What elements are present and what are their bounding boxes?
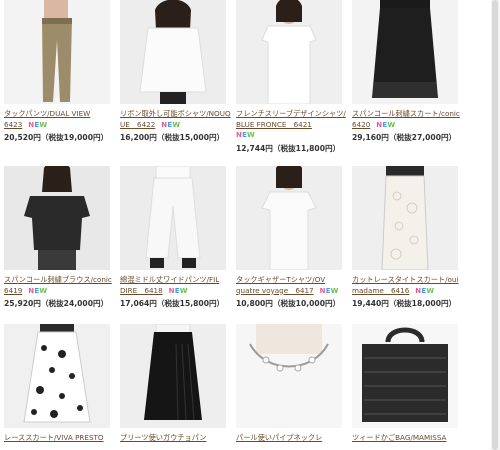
product-name-link[interactable]: ツィードかごBAG/MAMISSA [352, 433, 464, 444]
product-image[interactable] [352, 166, 458, 270]
pants-image [42, 0, 72, 102]
scrollbar-thumb[interactable] [492, 0, 498, 450]
widepants-image [145, 166, 201, 268]
product-price: 29,160円（税抜27,000円） [352, 133, 457, 142]
new-badge: NEW [168, 286, 188, 295]
product-name-link[interactable]: タックギャザーTシャツ/OV quatre voyage 6417 NEW [236, 275, 348, 296]
product-price: 25,920円（税抜24,000円） [4, 299, 109, 308]
product-price: 10,800円（税抜10,000円） [236, 299, 341, 308]
product-card[interactable]: プリーツ使いガウチョパン [120, 324, 232, 444]
new-badge: NEW [376, 120, 396, 129]
product-card[interactable]: リボン取外し可能ボシャツ/NOUQUE 6422 NEW 16,200円（税抜15… [120, 0, 232, 143]
product-name-link[interactable]: プリーツ使いガウチョパン [120, 433, 232, 444]
tee-image [261, 166, 317, 270]
product-image[interactable] [120, 166, 226, 270]
product-price: 19,440円（税抜18,000円） [352, 299, 457, 308]
necklace-image [236, 324, 342, 428]
product-grid: タックパンツ/DUAL VIEW 6423 NEW 20,520円（税抜19,00… [0, 0, 500, 450]
lace-skirt-image [381, 166, 429, 270]
product-name-link[interactable]: スパンコール刺繍スカート/conic 6420 NEW [352, 109, 464, 130]
product-image[interactable] [120, 0, 226, 104]
product-name-link[interactable]: カットレースタイトスカート/oui madame 6416 NEW [352, 275, 464, 296]
new-badge: NEW [28, 120, 48, 129]
product-image[interactable] [4, 324, 110, 428]
product-name-link[interactable]: レーススカート/VIVA PRESTO [4, 433, 116, 444]
skirt-image [372, 0, 438, 98]
product-price: 20,520円（税抜19,000円） [4, 133, 109, 142]
shirt-image [120, 0, 226, 104]
product-name-link[interactable]: リボン取外し可能ボシャツ/NOUQUE 6422 NEW [120, 109, 232, 130]
product-card[interactable]: タックパンツ/DUAL VIEW 6423 NEW 20,520円（税抜19,00… [4, 0, 116, 143]
product-image[interactable] [120, 324, 226, 428]
product-image[interactable] [4, 166, 110, 270]
product-card[interactable]: フレンチスリーブデザインシャツ/BLUE FRONCE 6421 NEW 12,7… [236, 0, 348, 154]
blouse-image [24, 166, 90, 270]
product-image[interactable] [352, 0, 458, 104]
product-card[interactable]: スパンコール刺繍ブラウス/conic 6419 NEW 25,920円（税抜24,… [4, 166, 116, 309]
new-badge: NEW [415, 286, 435, 295]
bag-image [362, 327, 448, 422]
product-image[interactable] [236, 0, 342, 104]
product-card[interactable]: タックギャザーTシャツ/OV quatre voyage 6417 NEW 10,… [236, 166, 348, 309]
product-name-link[interactable]: パール使いパイプネックレ [236, 433, 348, 444]
product-card[interactable]: スパンコール刺繍スカート/conic 6420 NEW 29,160円（税抜27,… [352, 0, 464, 143]
product-name-link[interactable]: フレンチスリーブデザインシャツ/BLUE FRONCE 6421 NEW [236, 109, 348, 141]
product-image[interactable] [4, 0, 110, 104]
patterned-skirt-image [23, 324, 91, 423]
product-image[interactable] [236, 166, 342, 270]
product-name-link[interactable]: 綿混ミドル丈ワイドパンツ/FIL DIRE 6418 NEW [120, 275, 232, 296]
product-image[interactable] [236, 324, 342, 428]
product-card[interactable]: ツィードかごBAG/MAMISSA [352, 324, 464, 444]
new-badge: NEW [161, 120, 181, 129]
new-badge: NEW [28, 286, 48, 295]
product-card[interactable]: レーススカート/VIVA PRESTO [4, 324, 116, 444]
product-name-link[interactable]: タックパンツ/DUAL VIEW 6423 NEW [4, 109, 116, 130]
tee-image [261, 0, 317, 104]
product-price: 17,064円（税抜15,800円） [120, 299, 225, 308]
product-price: 16,200円（税抜15,000円） [120, 133, 225, 142]
product-card[interactable]: 綿混ミドル丈ワイドパンツ/FIL DIRE 6418 NEW 17,064円（税抜… [120, 166, 232, 309]
new-badge: NEW [236, 131, 255, 139]
product-name-link[interactable]: スパンコール刺繍ブラウス/conic 6419 NEW [4, 275, 116, 296]
new-badge: NEW [319, 286, 339, 295]
product-card[interactable]: パール使いパイプネックレ [236, 324, 348, 444]
product-card[interactable]: カットレースタイトスカート/oui madame 6416 NEW 19,440円… [352, 166, 464, 309]
product-image[interactable] [352, 324, 458, 428]
product-price: 12,744円（税抜11,800円） [236, 143, 341, 153]
gaucho-image [144, 324, 202, 421]
